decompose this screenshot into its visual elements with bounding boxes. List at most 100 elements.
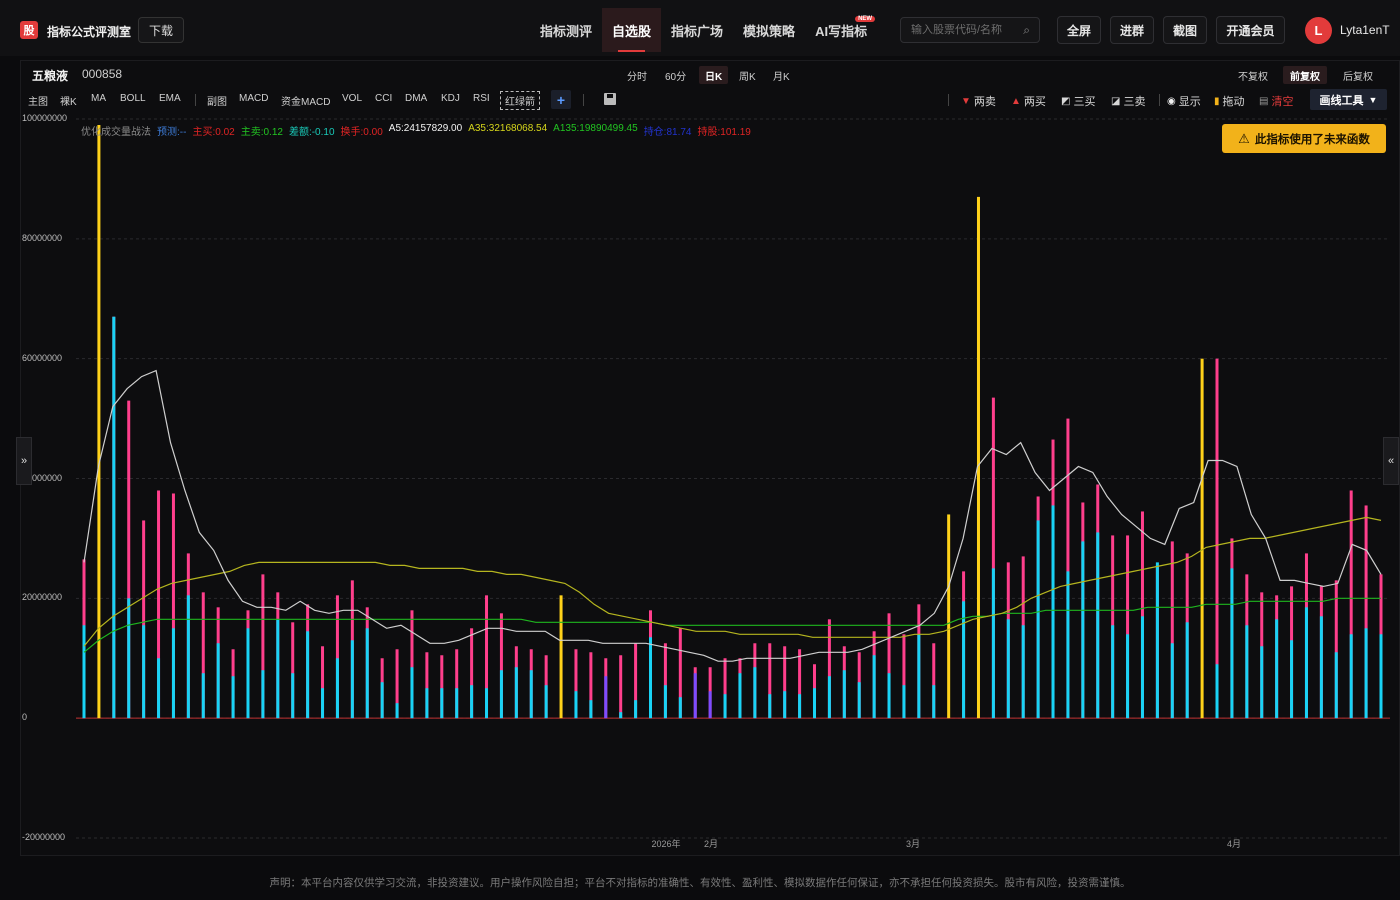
volume-bar-part [1126,634,1130,719]
legend-item: A35:32168068.54 [468,123,548,134]
volume-bar-highlight [947,514,951,719]
indicator-legend: 优化成交量战法 预测:-- 主买:0.02 主卖:0.12 差额:-0.10 换手:0.0… [81,123,751,138]
volume-bar-part [857,682,861,719]
x-tick-label: 4月 [1227,839,1241,849]
volume-bar-part [201,673,205,719]
right-panel-toggle[interactable]: « [1383,437,1399,485]
volume-bar-part [216,643,220,719]
volume-bar-part [1111,625,1115,719]
volume-bar-part [663,685,667,719]
volume-bar-part [932,685,936,719]
volume-bar-part [649,637,653,719]
volume-bar-part [902,685,906,719]
volume-bar-part [827,676,831,719]
volume-bar-part [306,631,310,719]
y-tick-label: 20000000 [22,592,63,603]
legend-item: 主买:0.02 [192,127,235,138]
volume-bar-part [142,625,146,719]
volume-bar-part [395,703,399,719]
volume-bar-part [410,667,414,719]
volume-bar-part [1185,622,1189,719]
y-tick-label: 100000000 [22,113,68,123]
volume-bar-part [1230,568,1234,719]
volume-bar-part [619,712,623,719]
left-panel-toggle[interactable]: » [16,437,32,485]
volume-bar-part [708,691,712,719]
x-tick-label: 3月 [906,839,920,849]
volume-bar-part [604,676,608,719]
volume-bar-highlight [976,196,980,719]
volume-bar-part [291,673,295,719]
volume-bar-part [82,625,86,719]
volume-bar-part [1319,616,1323,719]
volume-bar-part [798,694,802,719]
future-function-warning: ⚠ 此指标使用了未来函数 [1222,124,1386,153]
volume-bar-part [1096,532,1100,719]
volume-bar-part [485,688,489,719]
volume-bar-part [768,694,772,719]
volume-bar-part [1379,634,1383,719]
volume-bar-part [1021,625,1025,719]
volume-bar-part [783,691,787,719]
volume-bar-part [231,676,235,719]
volume-bar-part [335,658,339,719]
volume-bar-part [365,628,369,719]
volume-bar-part [321,688,325,719]
volume-bar-part [1304,607,1308,719]
volume-bar-part [425,688,429,719]
volume-bar-part [872,655,876,719]
volume-bar-part [1260,646,1264,719]
volume-bar-part [157,658,161,719]
volume-bar-part [574,691,578,719]
legend-item: A135:19890499.45 [553,123,638,134]
volume-bar-part [350,640,354,719]
volume-bar-part [589,700,593,719]
volume-bar-part [1036,520,1040,719]
volume-bar-part [887,673,891,719]
volume-bar-part [1349,634,1353,719]
volume-bar-part [246,628,250,719]
legend-item: 持仓:81.74 [643,127,692,138]
legend-item: 优化成交量战法 [81,127,151,138]
volume-bar-highlight [559,595,563,719]
x-tick-label: 2月 [704,839,718,849]
volume-bar-part [112,316,116,719]
volume-bar-part [991,568,995,719]
volume-bar-part [499,670,503,719]
warning-icon: ⚠ [1238,130,1250,146]
volume-bar-part [738,673,742,719]
volume-bar-part [1364,628,1368,719]
volume-bar-part [127,598,131,719]
volume-bar-part [693,673,697,719]
volume-bar-part [917,634,921,719]
volume-bar-part [812,688,816,719]
legend-item: 主卖:0.12 [240,127,283,138]
volume-bar-part [1155,562,1159,719]
legend-item: A5:24157829.00 [388,123,463,134]
volume-bar-part [723,694,727,719]
legend-item: 差额:-0.10 [288,127,335,138]
volume-bar [619,655,623,719]
volume-bar-part [842,670,846,719]
volume-bar-part [440,688,444,719]
volume-bar-highlight [1200,358,1204,719]
legend-item: 预测:-- [157,127,187,138]
volume-bar-part [1334,652,1338,719]
volume-bar-part [186,595,190,719]
volume-bar-part [1006,619,1010,719]
volume-bar-part [1170,643,1174,719]
volume-bar-part [276,619,280,719]
volume-bar-part [544,685,548,719]
volume-bar-part [753,667,757,719]
disclaimer: 声明：本平台内容仅供学习交流，非投资建议。用户操作风险自担；平台不对指标的准确性… [269,877,1131,889]
volume-bar-part [1081,541,1085,719]
volume-bar-part [1245,625,1249,719]
volume-bar-part [634,700,638,719]
volume-bar-part [171,628,175,719]
volume-bar-part [529,670,533,719]
volume-bar-part [380,682,384,719]
volume-bar-part [1215,664,1219,719]
volume-bar-part [514,667,518,719]
volume-bar-part [678,697,682,719]
volume-bar-part [1066,571,1070,719]
